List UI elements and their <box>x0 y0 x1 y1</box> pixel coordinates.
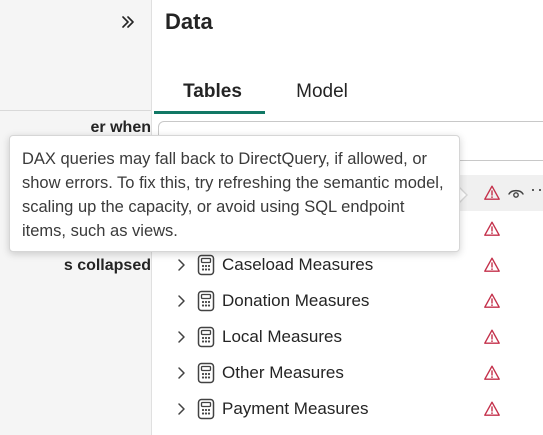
table-row[interactable]: Donation Measures <box>152 283 543 319</box>
left-divider <box>0 110 151 111</box>
left-pane-text-2: s collapsed <box>63 257 151 274</box>
warning-icon[interactable] <box>483 292 501 310</box>
table-row[interactable]: Other Measures <box>152 355 543 391</box>
chevron-right-icon[interactable] <box>174 256 190 274</box>
table-row-label: Caseload Measures <box>222 255 374 274</box>
eye-icon[interactable] <box>507 185 525 201</box>
chevron-right-icon[interactable] <box>174 364 190 382</box>
warning-icon[interactable] <box>483 184 501 202</box>
tab-selected-indicator <box>154 111 265 114</box>
calculator-icon <box>197 326 215 348</box>
table-row-label: Other Measures <box>222 363 344 382</box>
calculator-icon <box>197 290 215 312</box>
calculator-icon <box>197 254 215 276</box>
table-row-label: Local Measures <box>222 327 343 346</box>
warning-icon[interactable] <box>483 220 501 238</box>
tab-model[interactable]: Model <box>274 72 370 112</box>
pane-title: Data <box>165 9 213 34</box>
table-row[interactable]: Caseload Measures <box>152 247 543 283</box>
calculator-icon <box>197 398 215 420</box>
tab-strip: Tables Model <box>152 72 543 116</box>
table-row[interactable]: Local Measures <box>152 319 543 355</box>
warning-icon[interactable] <box>483 256 501 274</box>
table-row-label: Payment Measures <box>222 399 369 418</box>
tab-tables[interactable]: Tables <box>160 72 265 112</box>
chevron-right-icon[interactable] <box>174 400 190 418</box>
warning-icon[interactable] <box>483 400 501 418</box>
warning-icon[interactable] <box>483 364 501 382</box>
more-options-icon[interactable]: ··· <box>530 179 543 200</box>
warning-tooltip: DAX queries may fall back to DirectQuery… <box>9 135 460 252</box>
app-root: er when s collapsed Data Tables Model ··… <box>0 0 543 435</box>
table-row-label: Donation Measures <box>222 291 370 310</box>
calculator-icon <box>197 362 215 384</box>
chevron-double-right-icon <box>122 16 134 28</box>
chevron-right-icon[interactable] <box>174 328 190 346</box>
expand-pane-button[interactable] <box>114 8 142 36</box>
chevron-right-icon[interactable] <box>174 292 190 310</box>
table-row[interactable]: Payment Measures <box>152 391 543 427</box>
warning-icon[interactable] <box>483 328 501 346</box>
